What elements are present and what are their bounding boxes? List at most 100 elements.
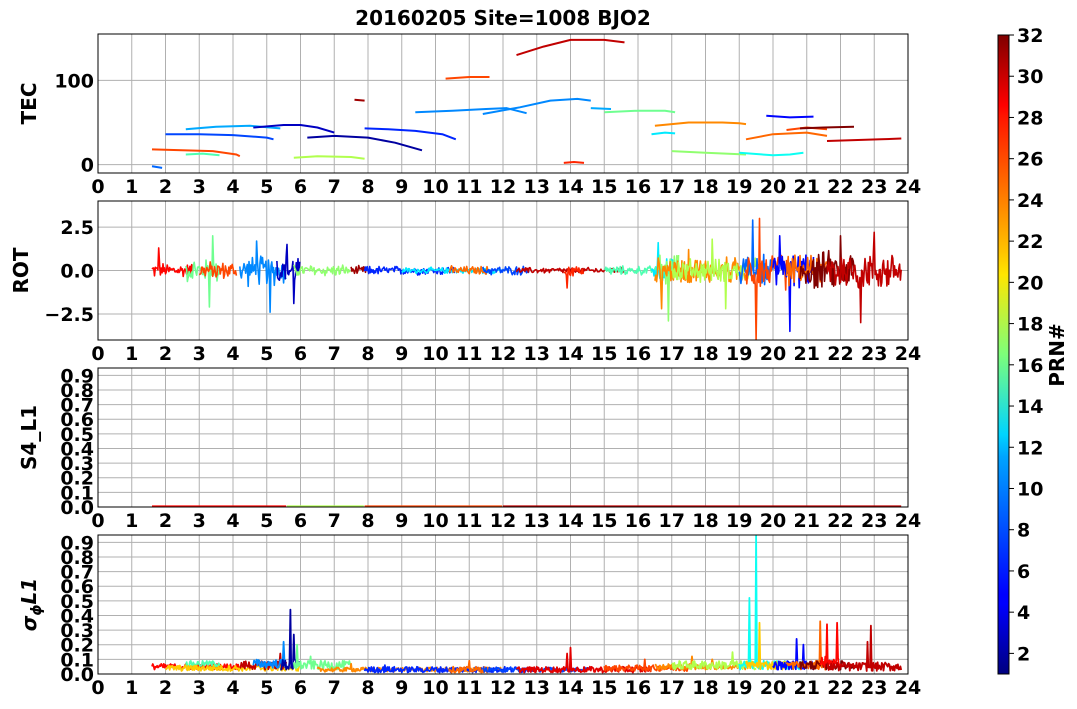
y-tick-label: 100 [54,70,94,92]
x-tick-label: 17 [659,343,685,365]
x-tick-label: 12 [490,510,516,532]
x-tick-label: 7 [328,343,341,365]
colorbar-tick-label: 4 [1017,602,1030,624]
x-tick-label: 9 [395,343,408,365]
x-tick-label: 12 [490,176,516,198]
x-tick-label: 11 [456,343,482,365]
x-tick-label: 15 [591,677,617,699]
x-tick-label: 24 [895,677,921,699]
tec-arc-prn-6 [364,127,457,141]
colorbar-tick-label: 32 [1017,25,1043,47]
chart-title: 20160205 Site=1008 BJO2 [355,6,651,30]
x-tick-label: 0 [91,176,104,198]
x-tick-label: 3 [193,176,206,198]
colorbar-tick-label: 26 [1017,149,1043,171]
x-tick-label: 22 [827,510,853,532]
x-tick-label: 22 [827,343,853,365]
x-tick-label: 7 [328,510,341,532]
x-tick-label: 16 [625,176,651,198]
colorbar-tick-label: 28 [1017,107,1043,129]
x-tick-label: 19 [726,343,752,365]
trace-prn-13 [738,535,805,671]
x-tick-label: 13 [524,510,550,532]
y-tick-label: 0.9 [60,532,94,554]
x-tick-label: 4 [226,343,239,365]
colorbar: 2468101214161820222426283032 PRN# [997,25,1069,675]
colorbar-tick-label: 16 [1017,355,1043,377]
series-group [151,535,903,674]
x-tick-label: 14 [557,343,583,365]
x-tick-label: 18 [692,176,718,198]
x-tick-label: 9 [395,677,408,699]
x-tick-label: 20 [760,510,786,532]
x-tick-label: 17 [659,510,685,532]
x-tick-label: 23 [861,677,887,699]
tec-arc-prn-12 [651,131,676,136]
tec-arc-prn-3 [253,124,335,134]
x-tick-label: 5 [260,510,273,532]
x-tick-label: 2 [159,677,172,699]
tec-arc-prn-13 [739,151,804,157]
x-tick-label: 9 [395,510,408,532]
x-tick-label: 18 [692,343,718,365]
x-tick-label: 4 [226,176,239,198]
x-tick-label: 23 [861,176,887,198]
x-tick-label: 15 [591,510,617,532]
x-tick-label: 10 [422,510,448,532]
tec-arc-prn-30 [826,137,902,142]
x-tick-label: 20 [760,176,786,198]
tec-arc-prn-15 [185,152,220,157]
x-tick-label: 9 [395,176,408,198]
x-tick-label: 10 [422,343,448,365]
panels: 0 1 2 3 4 5 6 7 8 9 10 11 12 13 14 15 16 17 18 19 20 21 22 23 24… [9,33,921,699]
x-tick-label: 14 [557,176,583,198]
x-tick-label: 16 [625,343,651,365]
x-tick-label: 4 [226,510,239,532]
y-axis-label: S4_L1 [17,405,41,470]
tec-arc-prn-24 [654,121,747,127]
colorbar-tick-label: 22 [1017,231,1043,253]
tec-arc-prn-10 [590,107,612,110]
trace-prn-16 [292,643,352,671]
x-tick-label: 20 [760,343,786,365]
x-tick-label: 1 [125,176,138,198]
x-tick-label: 24 [895,343,921,365]
x-tick-label: 23 [861,510,887,532]
colorbar-tick-label: 14 [1017,396,1043,418]
series-group [151,38,902,169]
x-tick-label: 21 [794,343,820,365]
x-tick-label: 8 [361,510,374,532]
x-tick-label: 13 [524,176,550,198]
colorbar-tick-label: 2 [1017,643,1030,665]
x-tick-label: 17 [659,176,685,198]
figure: 20160205 Site=1008 BJO2 0 1 2 3 4 5 6 7 8 9 10 11 12… [9,6,1069,699]
x-tick-label: 5 [260,343,273,365]
x-tick-label: 23 [861,343,887,365]
x-tick-label: 18 [692,677,718,699]
x-tick-label: 14 [557,677,583,699]
x-tick-label: 21 [794,677,820,699]
colorbar-tick-label: 30 [1017,66,1043,88]
panel-tec: 0 1 2 3 4 5 6 7 8 9 10 11 12 13 14 15 16 17 18 19 20 21 22 23 24… [17,33,921,198]
y-tick-label: 0 [81,155,94,177]
x-tick-label: 11 [456,677,482,699]
trace-prn-30 [826,231,902,324]
x-tick-label: 24 [895,510,921,532]
y-tick-label: 0.9 [60,365,94,387]
x-tick-label: 4 [226,677,239,699]
x-tick-label: 7 [328,677,341,699]
x-tick-label: 6 [294,677,307,699]
tec-arc-prn-2 [307,134,423,152]
tec-arc-prn-7 [165,133,274,141]
x-tick-label: 2 [159,510,172,532]
x-tick-label: 2 [159,176,172,198]
x-tick-label: 8 [361,343,374,365]
y-tick-label: 0.0 [60,261,94,283]
x-tick-label: 1 [125,510,138,532]
y-tick-label: −2.5 [44,304,94,326]
x-tick-label: 6 [294,176,307,198]
x-tick-label: 3 [193,677,206,699]
x-tick-label: 5 [260,176,273,198]
x-tick-label: 22 [827,677,853,699]
colorbar-tick-label: 8 [1017,520,1030,542]
